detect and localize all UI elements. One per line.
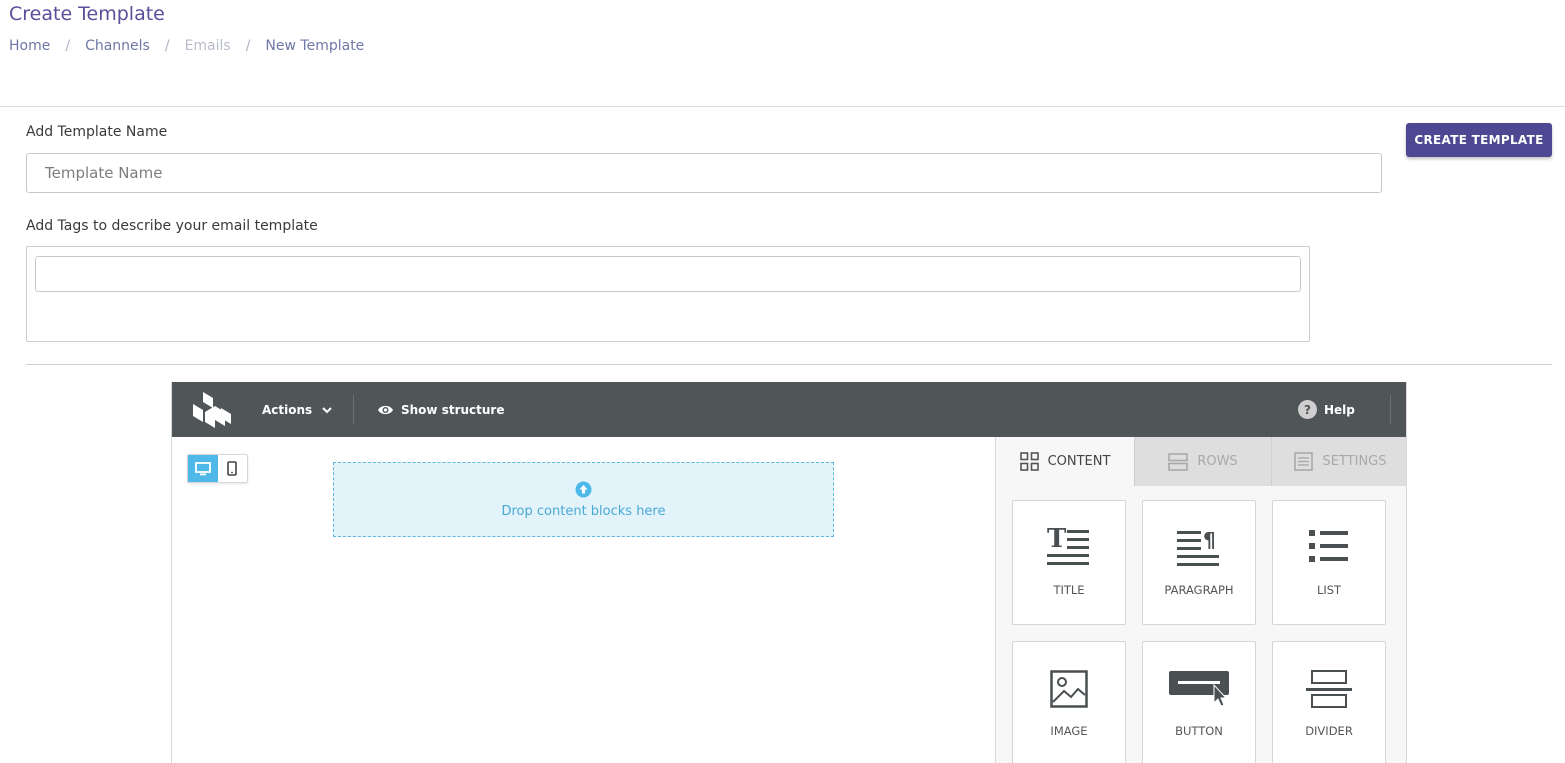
block-image-label: IMAGE — [1050, 724, 1088, 738]
page-title: Create Template — [9, 3, 165, 25]
breadcrumb: Home / Channels / Emails / New Template — [9, 38, 364, 54]
block-divider-label: DIVIDER — [1305, 724, 1353, 738]
help-button[interactable]: ? Help — [1298, 382, 1355, 437]
desktop-icon — [194, 461, 211, 475]
image-icon — [1050, 670, 1088, 708]
block-button[interactable]: BUTTON — [1142, 641, 1256, 763]
tab-content[interactable]: CONTENT — [996, 437, 1134, 486]
button-icon — [1169, 671, 1229, 707]
template-name-label: Add Template Name — [26, 124, 168, 140]
tags-label: Add Tags to describe your email template — [26, 218, 318, 234]
breadcrumb-separator: / — [164, 38, 170, 54]
tab-settings[interactable]: SETTINGS — [1271, 437, 1406, 486]
tags-input[interactable] — [35, 256, 1301, 292]
template-name-input[interactable] — [26, 153, 1382, 193]
toolbar-divider — [353, 395, 354, 424]
editor-sidebar: CONTENT ROWS SETTINGS T TITLE ¶ PARAGRAP… — [995, 437, 1406, 763]
drop-zone-text: Drop content blocks here — [501, 503, 666, 519]
breadcrumb-channels[interactable]: Channels — [85, 38, 150, 54]
svg-text:¶: ¶ — [1203, 528, 1216, 552]
email-editor: Actions Show structure ? Help Drop conte… — [171, 382, 1407, 763]
chevron-down-icon — [322, 406, 332, 413]
block-paragraph-label: PARAGRAPH — [1164, 583, 1234, 597]
breadcrumb-emails: Emails — [184, 38, 231, 54]
block-list-label: LIST — [1316, 583, 1342, 597]
desktop-view-button[interactable] — [188, 455, 218, 482]
rows-icon — [1168, 452, 1189, 471]
divider-icon — [1306, 670, 1352, 708]
title-icon: T — [1047, 526, 1089, 565]
actions-label: Actions — [262, 402, 313, 417]
tags-container[interactable] — [26, 246, 1310, 342]
tab-settings-label: SETTINGS — [1322, 454, 1387, 469]
breadcrumb-new-template[interactable]: New Template — [265, 38, 364, 54]
breadcrumb-separator: / — [245, 38, 251, 54]
settings-icon — [1294, 452, 1314, 471]
paragraph-icon: ¶ — [1177, 528, 1219, 566]
list-icon — [1309, 530, 1348, 562]
sidebar-tabs: CONTENT ROWS SETTINGS — [996, 437, 1406, 486]
block-image[interactable]: IMAGE — [1012, 641, 1126, 763]
header-divider — [0, 106, 1565, 107]
show-structure-toggle[interactable]: Show structure — [377, 382, 504, 437]
breadcrumb-home[interactable]: Home — [9, 38, 50, 54]
tab-rows-label: ROWS — [1197, 454, 1238, 469]
arrow-up-circle-icon — [575, 481, 592, 497]
help-icon: ? — [1298, 400, 1317, 419]
block-divider[interactable]: DIVIDER — [1272, 641, 1386, 763]
block-title-label: TITLE — [1053, 583, 1085, 597]
block-list[interactable]: LIST — [1272, 500, 1386, 625]
block-title[interactable]: T TITLE — [1012, 500, 1126, 625]
editor-logo-icon — [193, 392, 231, 428]
section-divider — [26, 364, 1552, 365]
tab-rows[interactable]: ROWS — [1134, 437, 1271, 486]
show-structure-label: Show structure — [401, 402, 505, 417]
svg-text:T: T — [1047, 526, 1067, 554]
tab-content-label: CONTENT — [1047, 454, 1111, 469]
editor-toolbar: Actions Show structure ? Help — [172, 382, 1406, 437]
actions-menu[interactable]: Actions — [262, 382, 334, 437]
create-template-button[interactable]: CREATE TEMPLATE — [1406, 123, 1552, 157]
eye-icon — [378, 405, 393, 414]
mobile-view-button[interactable] — [218, 455, 248, 482]
mobile-icon — [227, 461, 238, 476]
block-paragraph[interactable]: ¶ PARAGRAPH — [1142, 500, 1256, 625]
toolbar-divider — [1390, 395, 1391, 424]
device-preview-toggle — [187, 454, 248, 483]
grid-icon — [1019, 452, 1039, 471]
block-button-label: BUTTON — [1175, 724, 1223, 738]
help-label: Help — [1324, 402, 1355, 417]
drop-zone[interactable]: Drop content blocks here — [333, 462, 834, 537]
breadcrumb-separator: / — [65, 38, 71, 54]
